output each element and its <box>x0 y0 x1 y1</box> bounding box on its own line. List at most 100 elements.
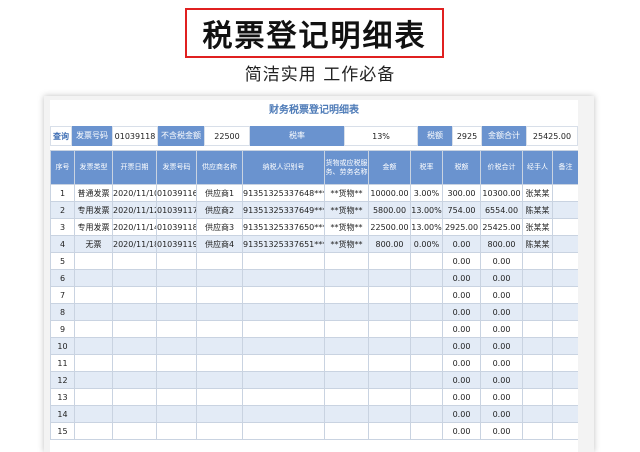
table-cell[interactable]: 无票 <box>74 235 113 253</box>
table-cell[interactable]: 陈某某 <box>522 201 553 219</box>
table-cell[interactable] <box>324 269 369 287</box>
table-cell[interactable]: 13.00% <box>410 201 443 219</box>
table-cell[interactable] <box>522 422 553 440</box>
table-cell[interactable]: 2925.00 <box>442 218 481 236</box>
table-cell[interactable]: 01039116 <box>156 184 197 202</box>
table-cell[interactable] <box>156 269 197 287</box>
table-cell[interactable] <box>74 252 113 270</box>
table-cell[interactable] <box>242 286 325 304</box>
table-cell[interactable]: 01039119 <box>156 235 197 253</box>
table-cell[interactable]: 陈某某 <box>522 235 553 253</box>
table-cell[interactable]: 15 <box>50 422 75 440</box>
table-cell[interactable]: 2020/11/14 <box>112 218 157 236</box>
table-cell[interactable] <box>74 388 113 406</box>
table-cell[interactable] <box>196 337 243 355</box>
table-cell[interactable] <box>368 388 411 406</box>
table-cell[interactable] <box>522 337 553 355</box>
table-cell[interactable]: 1 <box>50 184 75 202</box>
table-cell[interactable] <box>368 337 411 355</box>
table-cell[interactable] <box>242 252 325 270</box>
table-cell[interactable] <box>196 371 243 389</box>
table-cell[interactable] <box>112 422 157 440</box>
table-cell[interactable] <box>324 354 369 372</box>
table-cell[interactable]: 0.00 <box>442 371 481 389</box>
table-cell[interactable] <box>522 371 553 389</box>
table-cell[interactable]: 10000.00 <box>368 184 411 202</box>
table-cell[interactable] <box>74 405 113 423</box>
table-cell[interactable] <box>368 252 411 270</box>
table-cell[interactable] <box>74 286 113 304</box>
table-cell[interactable] <box>522 405 553 423</box>
table-cell[interactable]: 专用发票 <box>74 218 113 236</box>
table-cell[interactable]: **货物** <box>324 218 369 236</box>
table-cell[interactable] <box>368 354 411 372</box>
table-cell[interactable] <box>156 337 197 355</box>
table-cell[interactable] <box>74 320 113 338</box>
table-cell[interactable] <box>522 354 553 372</box>
table-cell[interactable]: 0.00 <box>480 405 523 423</box>
table-cell[interactable] <box>156 320 197 338</box>
table-cell[interactable] <box>156 405 197 423</box>
table-cell[interactable] <box>410 269 443 287</box>
table-cell[interactable] <box>552 286 578 304</box>
table-cell[interactable] <box>112 354 157 372</box>
table-cell[interactable]: 0.00 <box>442 320 481 338</box>
table-cell[interactable]: 2 <box>50 201 75 219</box>
table-cell[interactable]: 0.00 <box>480 422 523 440</box>
table-cell[interactable]: 0.00 <box>480 303 523 321</box>
table-cell[interactable] <box>324 405 369 423</box>
table-cell[interactable]: 0.00% <box>410 235 443 253</box>
table-cell[interactable] <box>242 303 325 321</box>
table-cell[interactable] <box>112 303 157 321</box>
table-cell[interactable] <box>242 337 325 355</box>
table-cell[interactable]: 0.00 <box>442 286 481 304</box>
table-cell[interactable]: 13.00% <box>410 218 443 236</box>
table-cell[interactable] <box>156 422 197 440</box>
table-cell[interactable]: 0.00 <box>480 320 523 338</box>
table-cell[interactable] <box>74 371 113 389</box>
table-cell[interactable] <box>196 405 243 423</box>
table-cell[interactable]: 91351325337648***** <box>242 184 325 202</box>
table-cell[interactable] <box>368 286 411 304</box>
table-cell[interactable] <box>410 388 443 406</box>
table-cell[interactable] <box>552 252 578 270</box>
table-cell[interactable]: 91351325337651***** <box>242 235 325 253</box>
table-cell[interactable]: 0.00 <box>442 405 481 423</box>
table-cell[interactable]: 5800.00 <box>368 201 411 219</box>
table-cell[interactable] <box>74 354 113 372</box>
table-cell[interactable] <box>242 371 325 389</box>
table-cell[interactable]: 供应商1 <box>196 184 243 202</box>
table-cell[interactable]: 300.00 <box>442 184 481 202</box>
table-cell[interactable] <box>368 405 411 423</box>
table-cell[interactable] <box>156 371 197 389</box>
table-cell[interactable] <box>552 388 578 406</box>
table-cell[interactable] <box>324 422 369 440</box>
table-cell[interactable] <box>410 320 443 338</box>
table-cell[interactable] <box>242 354 325 372</box>
table-cell[interactable] <box>522 320 553 338</box>
table-cell[interactable] <box>552 201 578 219</box>
table-cell[interactable] <box>410 354 443 372</box>
table-cell[interactable]: 普通发票 <box>74 184 113 202</box>
table-cell[interactable] <box>112 269 157 287</box>
table-cell[interactable] <box>324 320 369 338</box>
table-cell[interactable]: 0.00 <box>442 269 481 287</box>
table-cell[interactable] <box>522 269 553 287</box>
table-cell[interactable]: 13 <box>50 388 75 406</box>
table-cell[interactable] <box>156 252 197 270</box>
table-cell[interactable]: 9 <box>50 320 75 338</box>
table-cell[interactable] <box>156 303 197 321</box>
table-cell[interactable] <box>552 303 578 321</box>
table-cell[interactable]: 0.00 <box>442 337 481 355</box>
table-cell[interactable]: 5 <box>50 252 75 270</box>
table-cell[interactable]: 91351325337649***** <box>242 201 325 219</box>
table-cell[interactable] <box>410 286 443 304</box>
table-cell[interactable]: 12 <box>50 371 75 389</box>
table-cell[interactable] <box>324 371 369 389</box>
table-cell[interactable] <box>242 388 325 406</box>
table-cell[interactable] <box>324 303 369 321</box>
table-cell[interactable]: 7 <box>50 286 75 304</box>
table-cell[interactable]: **货物** <box>324 201 369 219</box>
table-cell[interactable] <box>156 354 197 372</box>
table-cell[interactable] <box>196 303 243 321</box>
